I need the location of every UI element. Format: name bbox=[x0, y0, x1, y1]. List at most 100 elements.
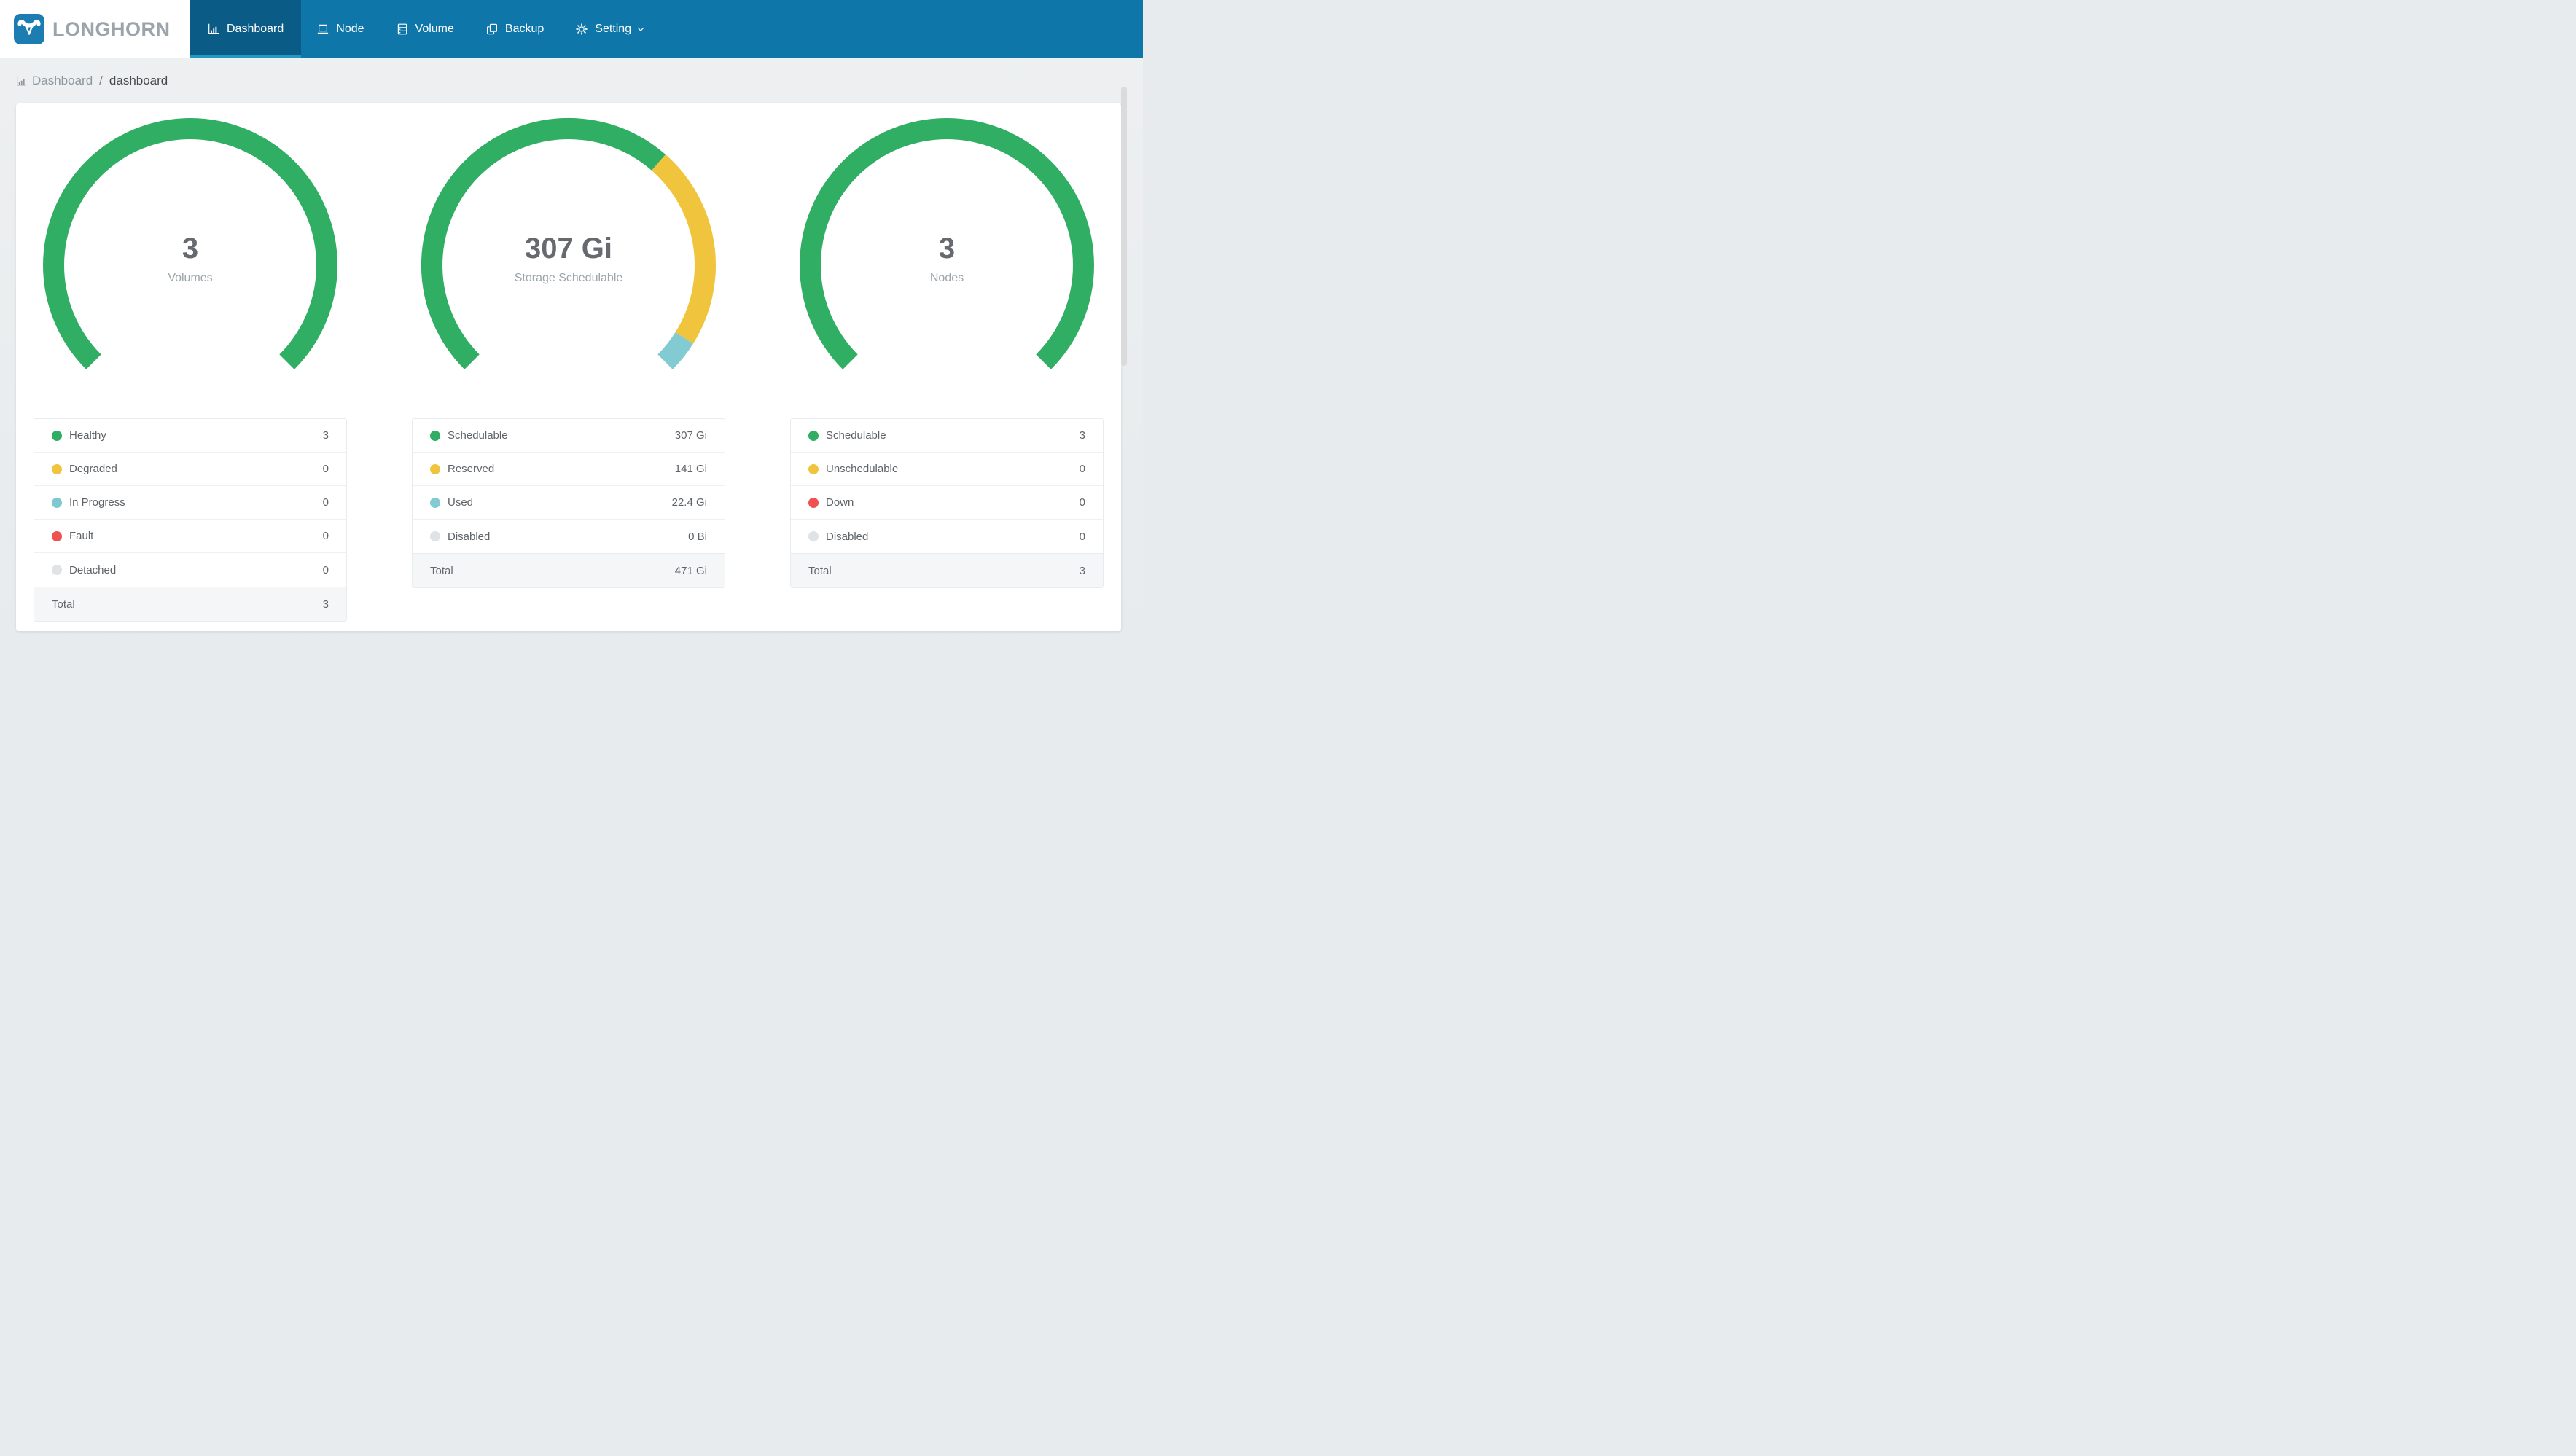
nav-menu: Dashboard Node Volume Backup Setting bbox=[190, 0, 1143, 58]
legend-total-row: Total 3 bbox=[34, 587, 346, 621]
status-value: 3 bbox=[322, 429, 329, 442]
breadcrumb-link-dashboard[interactable]: Dashboard bbox=[32, 74, 93, 88]
status-label: Disabled bbox=[826, 530, 869, 543]
bar-chart-icon bbox=[16, 76, 27, 87]
status-label: Used bbox=[448, 496, 474, 509]
gauge-segment-schedulable bbox=[421, 117, 666, 369]
status-dot bbox=[808, 430, 819, 441]
status-label: Fault bbox=[69, 530, 94, 542]
status-value: 22.4 Gi bbox=[671, 496, 707, 509]
chart-column-volumes: 3 Volumes Healthy 3 Degraded 0 In Progress 0 Fau… bbox=[34, 103, 347, 631]
legend-row-schedulable: Schedulable 307 Gi bbox=[413, 419, 725, 453]
gear-icon bbox=[576, 23, 588, 35]
status-value: 0 bbox=[322, 530, 329, 542]
top-navbar: LONGHORN Dashboard Node Volume Backup Settin… bbox=[0, 0, 1143, 58]
status-value: 0 bbox=[1079, 530, 1085, 543]
status-dot bbox=[430, 497, 440, 508]
gauge-chart-storage-schedulable: 307 Gi Storage Schedulable bbox=[419, 116, 718, 415]
longhorn-bull-icon bbox=[14, 14, 44, 44]
status-dot bbox=[52, 531, 62, 541]
nav-item-setting[interactable]: Setting bbox=[560, 0, 662, 58]
legend-row-degraded: Degraded 0 bbox=[34, 453, 346, 486]
legend-row-used: Used 22.4 Gi bbox=[413, 486, 725, 520]
gauge-segment-reserved bbox=[651, 154, 717, 344]
nav-item-volume[interactable]: Volume bbox=[380, 0, 470, 58]
bar-chart-icon bbox=[208, 23, 219, 35]
status-label: Healthy bbox=[69, 429, 106, 442]
vertical-scrollbar-thumb[interactable] bbox=[1121, 87, 1127, 366]
nav-item-backup[interactable]: Backup bbox=[470, 0, 560, 58]
chart-column-storage-schedulable: 307 Gi Storage Schedulable Schedulable 307 … bbox=[412, 103, 725, 631]
legend-row-reserved: Reserved 141 Gi bbox=[413, 453, 725, 486]
status-dot bbox=[52, 463, 62, 474]
status-value: 0 bbox=[322, 496, 329, 509]
chart-column-nodes: 3 Nodes Schedulable 3 Unschedulable 0 Down 0 Dis… bbox=[790, 103, 1104, 631]
nav-item-label: Setting bbox=[595, 23, 632, 35]
breadcrumb-separator: / bbox=[99, 74, 103, 87]
status-label: Degraded bbox=[69, 463, 117, 475]
status-dot bbox=[52, 565, 62, 575]
nav-item-dashboard[interactable]: Dashboard bbox=[190, 0, 302, 58]
legend-table-volumes: Healthy 3 Degraded 0 In Progress 0 Fault 0 Detac… bbox=[34, 418, 347, 622]
storage-stack-icon bbox=[397, 23, 408, 35]
status-label: Schedulable bbox=[448, 429, 508, 442]
status-dot bbox=[808, 497, 819, 508]
status-value: 0 bbox=[1079, 496, 1085, 509]
nav-item-label: Backup bbox=[504, 23, 545, 35]
nav-item-label: Volume bbox=[415, 23, 454, 35]
legend-row-healthy: Healthy 3 bbox=[34, 419, 346, 453]
status-dot bbox=[430, 430, 440, 441]
gauge-ring bbox=[800, 118, 1094, 369]
status-dot bbox=[430, 531, 440, 541]
legend-table-storage-schedulable: Schedulable 307 Gi Reserved 141 Gi Used 22.4 … bbox=[412, 418, 725, 588]
status-value: 141 Gi bbox=[674, 463, 707, 475]
nav-item-label: Dashboard bbox=[227, 23, 284, 35]
page: LONGHORN Dashboard Node Volume Backup Settin… bbox=[0, 0, 1143, 646]
gauge-segment-healthy bbox=[42, 118, 337, 369]
legend-row-down: Down 0 bbox=[791, 486, 1103, 520]
status-value: 0 bbox=[1079, 463, 1085, 475]
gauge-ring bbox=[421, 117, 717, 369]
logo[interactable]: LONGHORN bbox=[0, 0, 190, 58]
legend-total-row: Total 3 bbox=[791, 553, 1103, 587]
status-value: 0 bbox=[322, 463, 329, 475]
status-dot bbox=[808, 463, 819, 474]
legend-row-unschedulable: Unschedulable 0 bbox=[791, 453, 1103, 486]
laptop-icon bbox=[317, 23, 329, 35]
gauge-ring bbox=[42, 118, 337, 369]
legend-table-nodes: Schedulable 3 Unschedulable 0 Down 0 Disabled 0… bbox=[790, 418, 1104, 588]
status-dot bbox=[52, 430, 62, 441]
status-value: 307 Gi bbox=[674, 429, 707, 442]
legend-row-disabled: Disabled 0 bbox=[791, 520, 1103, 553]
legend-total-row: Total 471 Gi bbox=[413, 553, 725, 587]
legend-row-fault: Fault 0 bbox=[34, 520, 346, 553]
total-label: Total bbox=[808, 564, 832, 577]
status-label: Unschedulable bbox=[826, 463, 899, 475]
status-label: Down bbox=[826, 496, 854, 509]
gauge-segment-schedulable bbox=[800, 118, 1094, 369]
legend-row-disabled: Disabled 0 Bi bbox=[413, 520, 725, 553]
nav-item-node[interactable]: Node bbox=[301, 0, 380, 58]
nav-item-label: Node bbox=[336, 23, 364, 35]
legend-row-detached: Detached 0 bbox=[34, 553, 346, 587]
brand-text: LONGHORN bbox=[52, 17, 171, 40]
dashboard-card: 3 Volumes Healthy 3 Degraded 0 In Progress 0 Fau… bbox=[16, 103, 1121, 631]
legend-row-in-progress: In Progress 0 bbox=[34, 486, 346, 520]
status-label: In Progress bbox=[69, 496, 125, 509]
status-value: 3 bbox=[1079, 429, 1085, 442]
copy-icon bbox=[486, 23, 498, 35]
status-dot bbox=[52, 497, 62, 508]
breadcrumb: Dashboard / dashboard bbox=[0, 58, 1143, 103]
status-dot bbox=[808, 531, 819, 541]
status-label: Schedulable bbox=[826, 429, 886, 442]
status-value: 0 bbox=[322, 563, 329, 576]
gauge-chart-nodes: 3 Nodes bbox=[797, 116, 1096, 415]
status-dot bbox=[430, 463, 440, 474]
status-value: 0 Bi bbox=[688, 530, 707, 543]
status-label: Reserved bbox=[448, 463, 495, 475]
breadcrumb-current-page: dashboard bbox=[109, 74, 168, 87]
total-label: Total bbox=[430, 564, 453, 577]
status-label: Detached bbox=[69, 563, 117, 576]
total-value: 3 bbox=[322, 598, 329, 611]
legend-row-schedulable: Schedulable 3 bbox=[791, 419, 1103, 453]
